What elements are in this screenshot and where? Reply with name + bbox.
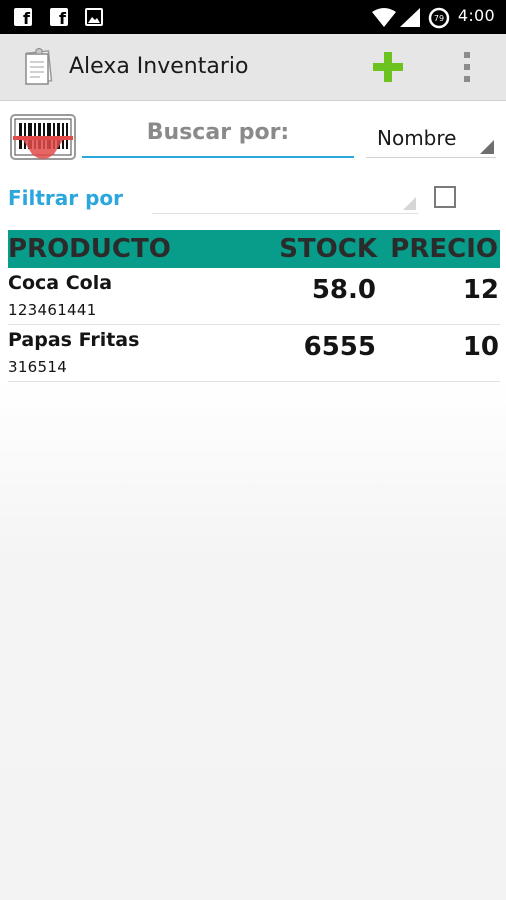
product-name: Coca Cola: [8, 272, 113, 294]
product-stock: 58.0: [311, 275, 376, 305]
wifi-icon: [372, 8, 396, 27]
app-bar: Alexa Inventario: [0, 34, 506, 101]
column-header-product[interactable]: PRODUCTO: [8, 234, 171, 264]
barcode-scanner-icon[interactable]: [10, 114, 76, 164]
overflow-menu-icon[interactable]: [456, 50, 478, 84]
table-row[interactable]: Papas Fritas 316514 6555 10: [8, 326, 500, 382]
app-logo-icon: [25, 48, 53, 85]
product-code: 123461441: [8, 301, 97, 319]
status-time: 4:00: [457, 6, 495, 25]
facebook-icon: f: [14, 8, 32, 28]
column-header-stock[interactable]: STOCK: [279, 234, 377, 264]
image-icon: [85, 8, 103, 26]
column-header-price[interactable]: PRECIO: [390, 234, 498, 264]
filter-label: Filtrar por: [8, 186, 124, 210]
add-icon[interactable]: [373, 52, 403, 82]
dropdown-arrow-icon: [403, 197, 416, 210]
status-bar: f f 79 4:00: [0, 0, 506, 34]
data-saver-icon: 79: [428, 7, 450, 29]
product-name: Papas Fritas: [8, 329, 140, 351]
product-price: 10: [462, 332, 499, 362]
search-input[interactable]: [82, 114, 354, 158]
filter-select[interactable]: [152, 186, 418, 214]
product-code: 316514: [8, 358, 68, 376]
signal-icon: [400, 8, 420, 27]
product-stock: 6555: [303, 332, 376, 362]
product-price: 12: [462, 275, 499, 305]
svg-text:79: 79: [434, 14, 444, 23]
table-row[interactable]: Coca Cola 123461441 58.0 12: [8, 269, 500, 325]
sort-by-select[interactable]: Nombre: [366, 118, 496, 158]
table-header: PRODUCTO STOCK PRECIO: [8, 230, 500, 268]
dropdown-arrow-icon: [480, 140, 494, 154]
facebook-icon: f: [50, 8, 68, 28]
filter-checkbox[interactable]: [434, 186, 456, 208]
sort-by-value: Nombre: [377, 126, 457, 150]
app-title: Alexa Inventario: [69, 54, 249, 79]
